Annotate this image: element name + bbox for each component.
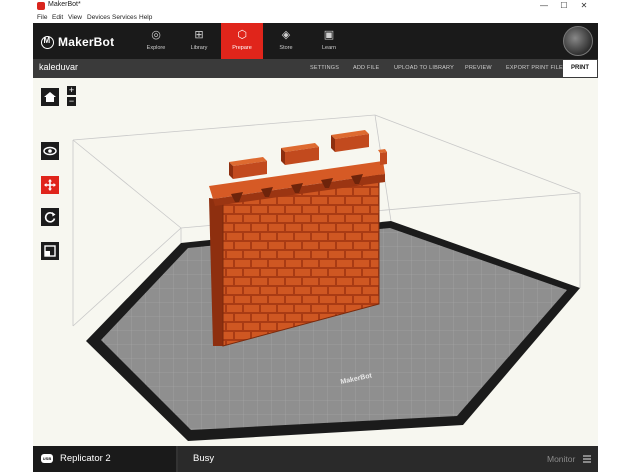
monitor-menu-icon[interactable] [583,455,591,464]
rotate-icon [44,212,56,223]
menu-devices[interactable]: Devices [87,14,110,21]
prepare-icon: ⬡ [237,29,247,41]
brand-name: MakerBot [58,35,115,49]
menu-bar: File Edit View Devices Services Help [33,13,598,23]
tab-learn[interactable]: ▣ Learn [308,23,350,59]
look-tool-button[interactable] [41,142,59,160]
main-nav: MakerBot ◎ Explore ⊞ Library ⬡ Prepare ◈… [33,23,598,59]
look-icon [43,146,57,156]
minimize-button[interactable]: — [536,0,552,12]
monitor-button[interactable]: Monitor [547,454,575,464]
zoom-out-button[interactable]: − [67,97,76,106]
close-button[interactable]: ✕ [576,0,592,12]
preview-button[interactable]: PREVIEW [465,65,492,71]
printer-status: Busy [193,453,215,464]
tab-explore[interactable]: ◎ Explore [135,23,177,59]
tab-label: Prepare [232,45,252,51]
printer-selector[interactable]: Replicator 2 [60,453,111,464]
home-view-button[interactable] [41,88,59,106]
menu-view[interactable]: View [68,14,82,21]
build-viewport[interactable]: MakerBot + − [33,78,598,446]
status-bar: USB Replicator 2 Busy Monitor [33,446,598,472]
zoom-in-button[interactable]: + [67,86,76,95]
tab-label: Learn [321,45,337,51]
title-bar: MakerBot* — ☐ ✕ [33,0,598,13]
project-filename: kaleduvar [39,62,79,72]
scale-icon [44,245,56,257]
move-tool-button[interactable] [41,176,59,194]
menu-edit[interactable]: Edit [52,14,63,21]
upload-to-library-button[interactable]: UPLOAD TO LIBRARY [394,65,454,71]
menu-file[interactable]: File [37,14,47,21]
makerbot-logo-icon [41,35,54,49]
scene-svg: MakerBot [72,114,581,441]
home-view-icon [44,92,56,102]
status-area [178,446,598,472]
learn-icon: ▣ [323,29,335,41]
move-icon [44,179,56,191]
scale-tool-button[interactable] [41,242,59,260]
file-toolbar: kaleduvar SETTINGS ADD FILE UPLOAD TO LI… [33,59,598,78]
usb-icon: USB [41,454,53,463]
tab-label: Explore [146,45,166,51]
export-print-file-button[interactable]: EXPORT PRINT FILE [506,65,563,71]
makerbot-app: MakerBot* — ☐ ✕ File Edit View Devices S… [33,0,598,472]
user-avatar[interactable] [563,26,593,56]
settings-button[interactable]: SETTINGS [310,65,339,71]
tab-store[interactable]: ◈ Store [265,23,307,59]
add-file-button[interactable]: ADD FILE [353,65,379,71]
maximize-button[interactable]: ☐ [556,0,572,12]
compass-icon: ◎ [151,29,161,41]
print-button[interactable]: PRINT [563,60,597,77]
tab-library[interactable]: ⊞ Library [178,23,220,59]
store-icon: ◈ [281,29,291,41]
menu-services[interactable]: Services [112,14,137,21]
app-icon [37,2,45,10]
rotate-tool-button[interactable] [41,208,59,226]
tab-label: Store [279,45,293,51]
window-title: MakerBot* [48,1,81,8]
library-icon: ⊞ [194,29,204,41]
makerbot-logo[interactable]: MakerBot [41,35,114,49]
menu-help[interactable]: Help [139,14,152,21]
tab-prepare[interactable]: ⬡ Prepare [221,23,263,59]
tab-label: Library [190,45,208,51]
